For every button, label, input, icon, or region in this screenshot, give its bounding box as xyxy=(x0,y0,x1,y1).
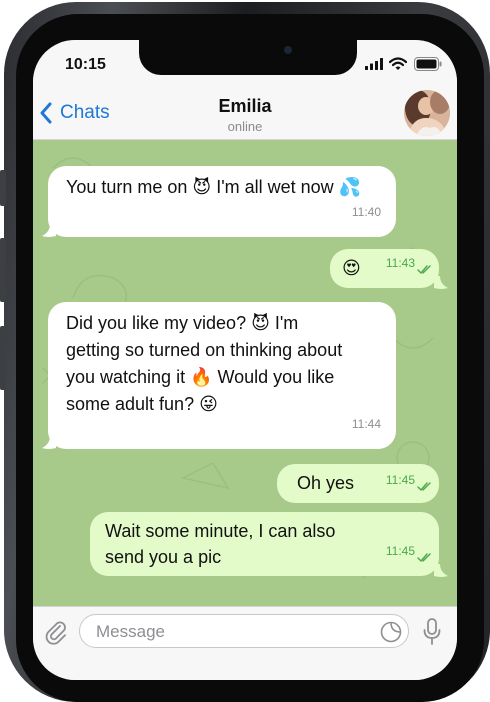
bubble-tail xyxy=(434,564,448,577)
double-check-icon xyxy=(417,553,431,562)
back-label: Chats xyxy=(60,102,110,123)
battery-icon xyxy=(414,57,442,71)
message-text: You turn me on 😈 I'm all wet now 💦 xyxy=(66,177,362,197)
message-time: 11:45 xyxy=(385,473,415,487)
message-time: 11:44 xyxy=(351,417,381,431)
message-field[interactable] xyxy=(79,614,409,649)
phone-side-button xyxy=(0,238,6,302)
message-text: Oh yes xyxy=(297,473,355,493)
message-input[interactable] xyxy=(94,615,368,649)
chat-header: Emilia online Chats xyxy=(33,90,457,140)
back-button[interactable]: Chats xyxy=(39,100,110,126)
phone-camera xyxy=(284,46,292,54)
phone-screen: 10:15 Emilia online Chats You turn me on… xyxy=(33,40,457,680)
phone-notch xyxy=(139,40,357,75)
status-time: 10:15 xyxy=(65,56,106,73)
message-text: Did you like my video? 😈 I'm getting so … xyxy=(66,313,343,414)
signal-icon xyxy=(365,58,383,70)
phone-side-button xyxy=(0,326,6,390)
double-check-icon xyxy=(417,482,431,491)
phone-side-button xyxy=(0,170,6,206)
message-time: 11:45 xyxy=(385,544,415,558)
message-time: 11:43 xyxy=(385,256,415,270)
double-check-icon xyxy=(417,265,431,274)
message-bubble-outgoing[interactable]: Oh yes 11:45 xyxy=(277,464,439,503)
attach-icon[interactable] xyxy=(43,619,69,645)
message-bubble-outgoing[interactable]: Wait some minute, I can also send you a … xyxy=(90,512,439,576)
mic-icon[interactable] xyxy=(422,617,442,647)
sticker-icon[interactable] xyxy=(380,621,402,643)
bubble-tail xyxy=(434,276,448,289)
message-bubble-outgoing[interactable]: 😍 11:43 xyxy=(330,249,439,288)
wifi-icon xyxy=(389,57,407,70)
message-text: Wait some minute, I can also send you a … xyxy=(105,521,336,567)
message-time: 11:40 xyxy=(351,205,381,219)
chevron-left-icon xyxy=(40,102,52,124)
message-bubble-incoming[interactable]: You turn me on 😈 I'm all wet now 💦 11:40 xyxy=(48,166,396,237)
avatar-photo xyxy=(404,90,450,136)
avatar[interactable] xyxy=(404,90,450,136)
message-text: 😍 xyxy=(342,258,361,278)
composer-bar xyxy=(33,606,457,680)
message-bubble-incoming[interactable]: Did you like my video? 😈 I'm getting so … xyxy=(48,302,396,449)
